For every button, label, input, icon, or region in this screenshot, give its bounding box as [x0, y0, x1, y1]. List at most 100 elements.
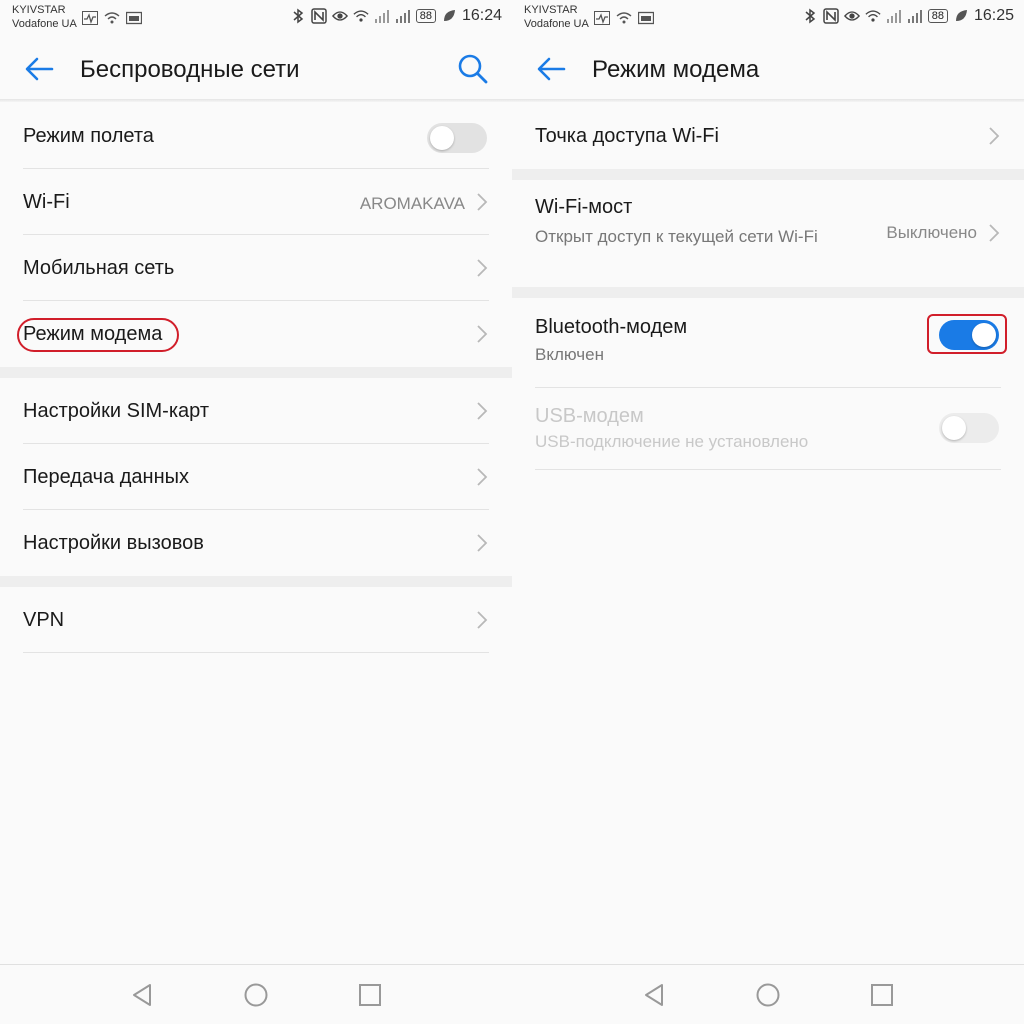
chevron-right-icon — [477, 402, 488, 420]
signal-icon-2 — [395, 8, 411, 24]
list-item-call-settings[interactable]: Настройки вызовов — [23, 510, 489, 576]
vpn-label: VPN — [23, 609, 65, 631]
signal-icon — [886, 8, 902, 24]
list-item-hotspot[interactable]: Точка доступа Wi-Fi — [535, 103, 1001, 169]
data-transfer-label: Передача данных — [23, 466, 190, 488]
app-header: Режим модема — [512, 40, 1024, 98]
section-divider — [512, 287, 1024, 298]
list-item-wifi-bridge[interactable]: Wi-Fi-мост Открыт доступ к текущей сети … — [535, 180, 1001, 287]
call-settings-label: Настройки вызовов — [23, 532, 204, 554]
list-item-tethering[interactable]: Режим модема — [17, 301, 489, 367]
status-bar: KYIVSTAR Vodafone UA 88 16:24 — [0, 0, 512, 36]
status-bar: KYIVSTAR Vodafone UA 88 16:25 — [512, 0, 1024, 36]
screen-icon — [638, 10, 654, 26]
status-right: 88 16:25 — [802, 6, 1014, 26]
status-right: 88 16:24 — [290, 6, 502, 26]
eye-icon — [331, 8, 348, 24]
carrier-1: KYIVSTAR — [524, 4, 578, 16]
chevron-right-icon — [989, 127, 1000, 145]
left-screen: KYIVSTAR Vodafone UA 88 16:24 Беспроводн… — [0, 0, 512, 1024]
leaf-icon — [441, 8, 457, 24]
chevron-right-icon — [477, 193, 488, 211]
nfc-icon — [822, 8, 839, 24]
section-divider — [512, 169, 1024, 180]
airplane-toggle[interactable] — [427, 123, 487, 153]
chevron-right-icon — [477, 325, 488, 343]
clock: 16:25 — [973, 7, 1014, 24]
chevron-right-icon — [477, 534, 488, 552]
tethering-list: Точка доступа Wi-Fi Wi-Fi-мост Открыт до… — [512, 103, 1024, 470]
search-icon — [458, 54, 488, 84]
activity-icon — [594, 10, 610, 26]
airplane-label: Режим полета — [23, 125, 154, 147]
notification-icons — [594, 10, 654, 26]
back-button[interactable] — [534, 52, 568, 86]
list-item-sim-settings[interactable]: Настройки SIM-карт — [23, 378, 489, 444]
battery-icon: 88 — [927, 9, 948, 23]
app-header: Беспроводные сети — [0, 40, 512, 98]
carrier-1: KYIVSTAR — [12, 4, 66, 16]
toggle-knob — [942, 416, 966, 440]
wifi-label: Wi-Fi — [23, 191, 70, 213]
back-arrow-icon — [537, 57, 566, 81]
right-screen: KYIVSTAR Vodafone UA 88 16:25 Режим моде… — [512, 0, 1024, 1024]
back-arrow-icon — [25, 57, 54, 81]
eye-icon — [843, 8, 860, 24]
chevron-right-icon — [477, 259, 488, 277]
usb-modem-label: USB-модем — [535, 405, 644, 427]
usb-modem-toggle[interactable] — [939, 413, 999, 443]
header-divider — [0, 99, 512, 102]
nav-home-icon[interactable] — [242, 981, 270, 1009]
wifi-call-icon — [104, 10, 120, 26]
section-divider — [0, 367, 512, 378]
nav-recents-icon[interactable] — [868, 981, 896, 1009]
nav-back-icon[interactable] — [128, 981, 156, 1009]
toggle-knob — [430, 126, 454, 150]
nav-recents-icon[interactable] — [356, 981, 384, 1009]
signal-icon — [374, 8, 390, 24]
carrier-info: KYIVSTAR Vodafone UA — [524, 3, 589, 31]
list-item-usb-modem[interactable]: USB-модем USB-подключение не установлено — [535, 388, 1001, 470]
mobile-network-label: Мобильная сеть — [23, 257, 175, 279]
chevron-right-icon — [477, 468, 488, 486]
wifi-icon — [865, 8, 881, 24]
list-item-mobile-network[interactable]: Мобильная сеть — [23, 235, 489, 301]
bluetooth-icon — [802, 8, 818, 24]
page-title: Беспроводные сети — [80, 56, 300, 83]
battery-icon: 88 — [415, 9, 436, 23]
list-item-airplane[interactable]: Режим полета — [23, 103, 489, 169]
leaf-icon — [953, 8, 969, 24]
nav-back-icon[interactable] — [640, 981, 668, 1009]
list-item-wifi[interactable]: Wi-Fi AROMAKAVA — [23, 169, 489, 235]
nav-home-icon[interactable] — [754, 981, 782, 1009]
highlight-annotation — [17, 318, 179, 352]
list-item-bluetooth-modem[interactable]: Bluetooth-модем Включен — [535, 298, 1007, 388]
signal-icon-2 — [907, 8, 923, 24]
sim-settings-label: Настройки SIM-карт — [23, 400, 209, 422]
wifi-icon — [353, 8, 369, 24]
carrier-2: Vodafone UA — [524, 18, 589, 30]
usb-modem-status: USB-подключение не установлено — [535, 432, 809, 451]
bluetooth-icon — [290, 8, 306, 24]
carrier-info: KYIVSTAR Vodafone UA — [12, 3, 77, 31]
highlight-annotation — [927, 314, 1007, 354]
carrier-2: Vodafone UA — [12, 18, 77, 30]
wifi-bridge-value: Выключено — [886, 223, 977, 242]
hotspot-label: Точка доступа Wi-Fi — [535, 125, 719, 147]
settings-list: Режим полета Wi-Fi AROMAKAVA Мобильная с… — [0, 103, 512, 653]
navigation-bar — [0, 964, 512, 1024]
nfc-icon — [310, 8, 327, 24]
page-title: Режим модема — [592, 56, 760, 83]
navigation-bar — [512, 964, 1024, 1024]
list-item-vpn[interactable]: VPN — [23, 587, 489, 653]
wifi-bridge-subtitle: Открыт доступ к текущей сети Wi-Fi — [535, 227, 818, 246]
clock: 16:24 — [461, 7, 502, 24]
wifi-bridge-label: Wi-Fi-мост — [535, 196, 633, 218]
screen-icon — [126, 10, 142, 26]
list-item-data-transfer[interactable]: Передача данных — [23, 444, 489, 510]
search-button[interactable] — [456, 52, 490, 86]
chevron-right-icon — [477, 611, 488, 629]
activity-icon — [82, 10, 98, 26]
back-button[interactable] — [22, 52, 56, 86]
wifi-network-value: AROMAKAVA — [359, 194, 465, 213]
